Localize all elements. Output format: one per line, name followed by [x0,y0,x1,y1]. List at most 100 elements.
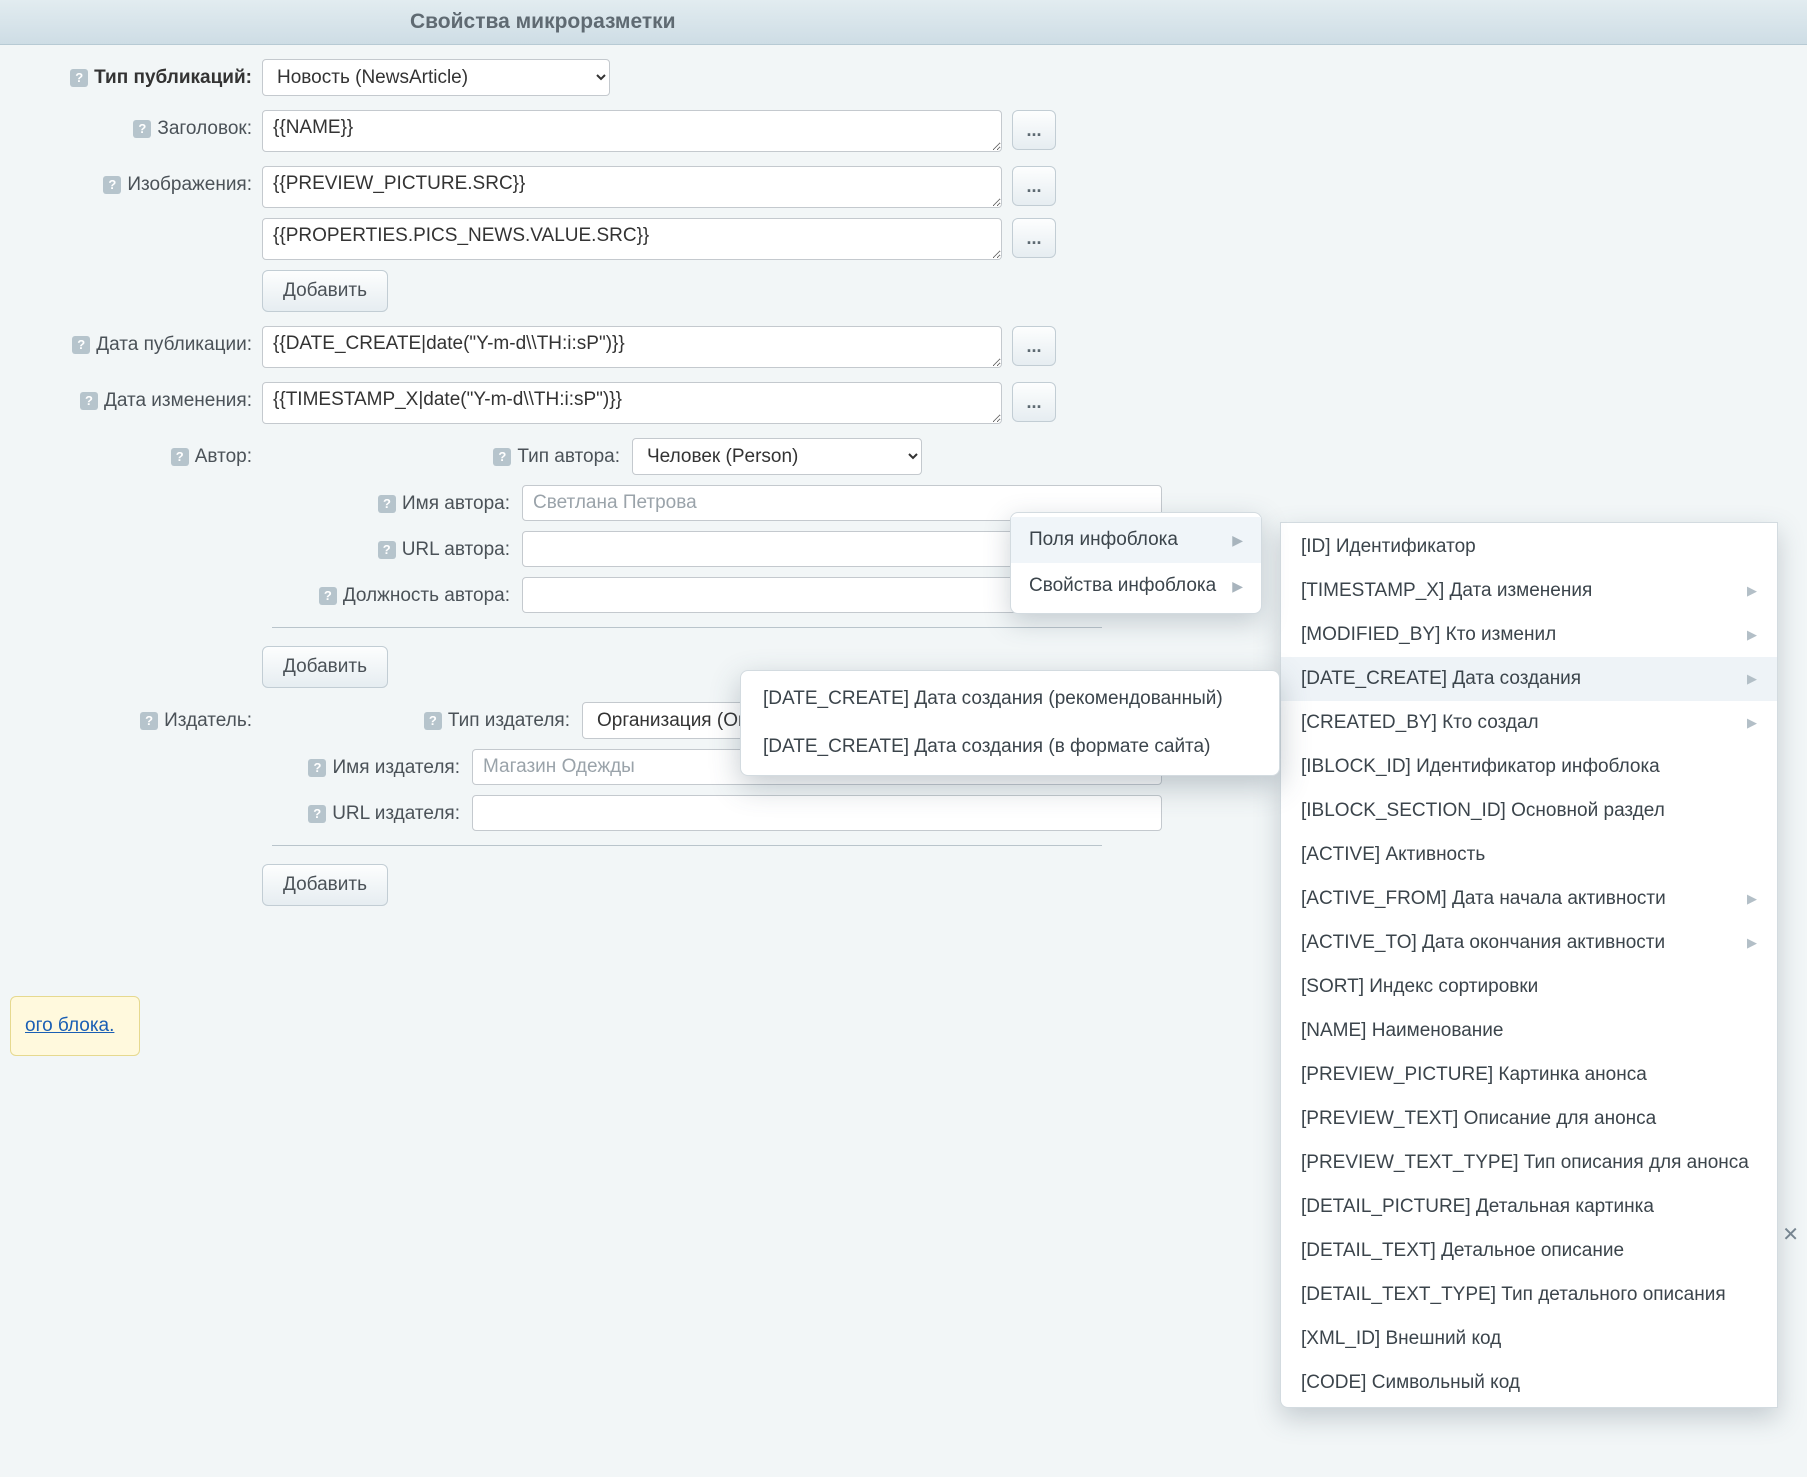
close-icon[interactable]: ✕ [1782,1222,1799,1247]
field-date-pub: {{DATE_CREATE|date("Y-m-d\\TH:i:sP")}} .… [262,326,1056,368]
menu2-item[interactable]: [IBLOCK_ID] Идентификатор инфоблока [1281,745,1777,789]
label-text: URL автора: [402,539,510,560]
header-bar: Свойства микроразметки [0,0,1807,45]
menu2-item[interactable]: [ACTIVE] Активность [1281,833,1777,877]
chevron-right-icon: ▶ [1747,627,1757,643]
menu2-item[interactable]: [IBLOCK_SECTION_ID] Основной раздел [1281,789,1777,833]
label-text: URL издателя: [332,803,460,824]
row-headline: ? Заголовок: {{NAME}} ... [10,110,1797,152]
add-author-button[interactable]: Добавить [262,646,388,688]
input-publisher-url[interactable] [472,795,1162,831]
context-menu-level1: Поля инфоблока▶Свойства инфоблока▶ [1010,512,1262,614]
help-icon[interactable]: ? [133,120,151,138]
menu1-item[interactable]: Свойства инфоблока▶ [1011,563,1261,609]
help-icon[interactable]: ? [103,176,121,194]
picker-button[interactable]: ... [1012,110,1056,150]
help-icon[interactable]: ? [70,69,88,87]
chevron-right-icon: ▶ [1747,715,1757,731]
label-text: Заголовок: [157,118,252,139]
field-date-mod: {{TIMESTAMP_X|date("Y-m-d\\TH:i:sP")}} .… [262,382,1056,424]
label-text: Изображения: [127,174,252,195]
label-date-pub: ? Дата публикации: [10,326,262,356]
label-publisher: ?Издатель: [10,702,262,732]
menu2-item[interactable]: [ACTIVE_TO] Дата окончания активности▶ [1281,921,1777,965]
row-images: ? Изображения: {{PREVIEW_PICTURE.SRC}} ..… [10,166,1797,312]
label-text: Имя издателя: [332,757,460,778]
menu3-item[interactable]: [DATE_CREATE] Дата создания (в формате с… [741,723,1279,771]
picker-button[interactable]: ... [1012,166,1056,206]
label-text: Тип публикаций: [94,67,252,88]
menu2-item[interactable]: [DATE_CREATE] Дата создания▶ [1281,657,1777,701]
picker-button[interactable]: ... [1012,326,1056,366]
page-title: Свойства микроразметки [410,10,676,33]
menu3-item[interactable]: [DATE_CREATE] Дата создания (рекомендова… [741,675,1279,723]
menu2-item[interactable]: [MODIFIED_BY] Кто изменил▶ [1281,613,1777,657]
add-image-button[interactable]: Добавить [262,270,388,312]
menu2-item[interactable]: [DETAIL_TEXT_TYPE] Тип детального описан… [1281,1273,1777,1317]
menu2-item[interactable]: [PREVIEW_TEXT_TYPE] Тип описания для ано… [1281,1141,1777,1185]
menu2-item[interactable]: [DETAIL_TEXT] Детальное описание [1281,1229,1777,1273]
label-text: Должность автора: [343,585,510,606]
help-icon[interactable]: ? [493,448,511,466]
label-text: Тип издателя: [448,710,570,731]
label-text: Дата изменения: [104,390,252,411]
chevron-right-icon: ▶ [1747,935,1757,951]
context-menu-level3: [DATE_CREATE] Дата создания (рекомендова… [740,670,1280,776]
note-box: ого блока. [10,996,140,1056]
label-author: ? Автор: [10,438,262,468]
field-headline: {{NAME}} ... [262,110,1056,152]
label-date-mod: ? Дата изменения: [10,382,262,412]
help-icon[interactable]: ? [424,712,442,730]
chevron-right-icon: ▶ [1232,532,1243,549]
menu2-item[interactable]: [DETAIL_PICTURE] Детальная картинка [1281,1185,1777,1229]
menu2-item[interactable]: [NAME] Наименование [1281,1009,1777,1053]
help-icon[interactable]: ? [171,448,189,466]
chevron-right-icon: ▶ [1747,671,1757,687]
menu2-item[interactable]: [SORT] Индекс сортировки [1281,965,1777,1009]
menu2-item[interactable]: [PREVIEW_TEXT] Описание для анонса [1281,1097,1777,1141]
select-pub-type[interactable]: Новость (NewsArticle) [262,59,610,96]
help-icon[interactable]: ? [140,712,158,730]
help-icon[interactable]: ? [378,495,396,513]
help-icon[interactable]: ? [378,541,396,559]
label-text: Имя автора: [402,493,510,514]
picker-button[interactable]: ... [1012,218,1056,258]
menu2-item[interactable]: [CREATED_BY] Кто создал▶ [1281,701,1777,745]
add-publisher-button[interactable]: Добавить [262,864,388,906]
row-pub-type: ? Тип публикаций: Новость (NewsArticle) [10,59,1797,96]
chevron-right-icon: ▶ [1747,891,1757,907]
input-date-mod[interactable]: {{TIMESTAMP_X|date("Y-m-d\\TH:i:sP")}} [262,382,1002,424]
input-image-1[interactable]: {{PREVIEW_PICTURE.SRC}} [262,166,1002,208]
select-author-type[interactable]: Человек (Person) [632,438,922,475]
row-date-pub: ? Дата публикации: {{DATE_CREATE|date("Y-… [10,326,1797,368]
picker-button[interactable]: ... [1012,382,1056,422]
row-date-mod: ? Дата изменения: {{TIMESTAMP_X|date("Y-m… [10,382,1797,424]
label-pub-type: ? Тип публикаций: [10,59,262,89]
label-text: Автор: [195,446,252,467]
note-link[interactable]: ого блока. [25,1015,114,1036]
label-text: Дата публикации: [96,334,252,355]
menu2-item[interactable]: [XML_ID] Внешний код [1281,1317,1777,1361]
label-headline: ? Заголовок: [10,110,262,140]
divider [272,845,1102,846]
divider [272,627,1102,628]
input-image-2[interactable]: {{PROPERTIES.PICS_NEWS.VALUE.SRC}} [262,218,1002,260]
menu2-item[interactable]: [ID] Идентификатор [1281,525,1777,569]
menu2-item[interactable]: [PREVIEW_PICTURE] Картинка анонса [1281,1053,1777,1097]
input-headline[interactable]: {{NAME}} [262,110,1002,152]
menu1-item[interactable]: Поля инфоблока▶ [1011,517,1261,563]
menu2-item[interactable]: [TIMESTAMP_X] Дата изменения▶ [1281,569,1777,613]
input-date-pub[interactable]: {{DATE_CREATE|date("Y-m-d\\TH:i:sP")}} [262,326,1002,368]
help-icon[interactable]: ? [72,336,90,354]
menu2-item[interactable]: [CODE] Символьный код [1281,1361,1777,1405]
help-icon[interactable]: ? [319,587,337,605]
label-images: ? Изображения: [10,166,262,196]
help-icon[interactable]: ? [308,759,326,777]
field-images: {{PREVIEW_PICTURE.SRC}} ... {{PROPERTIES… [262,166,1056,312]
context-menu-level2: [ID] Идентификатор[TIMESTAMP_X] Дата изм… [1280,522,1778,1408]
field-pub-type: Новость (NewsArticle) [262,59,610,96]
menu2-item[interactable]: [ACTIVE_FROM] Дата начала активности▶ [1281,877,1777,921]
help-icon[interactable]: ? [308,805,326,823]
help-icon[interactable]: ? [80,392,98,410]
label-text: Тип автора: [517,446,620,467]
